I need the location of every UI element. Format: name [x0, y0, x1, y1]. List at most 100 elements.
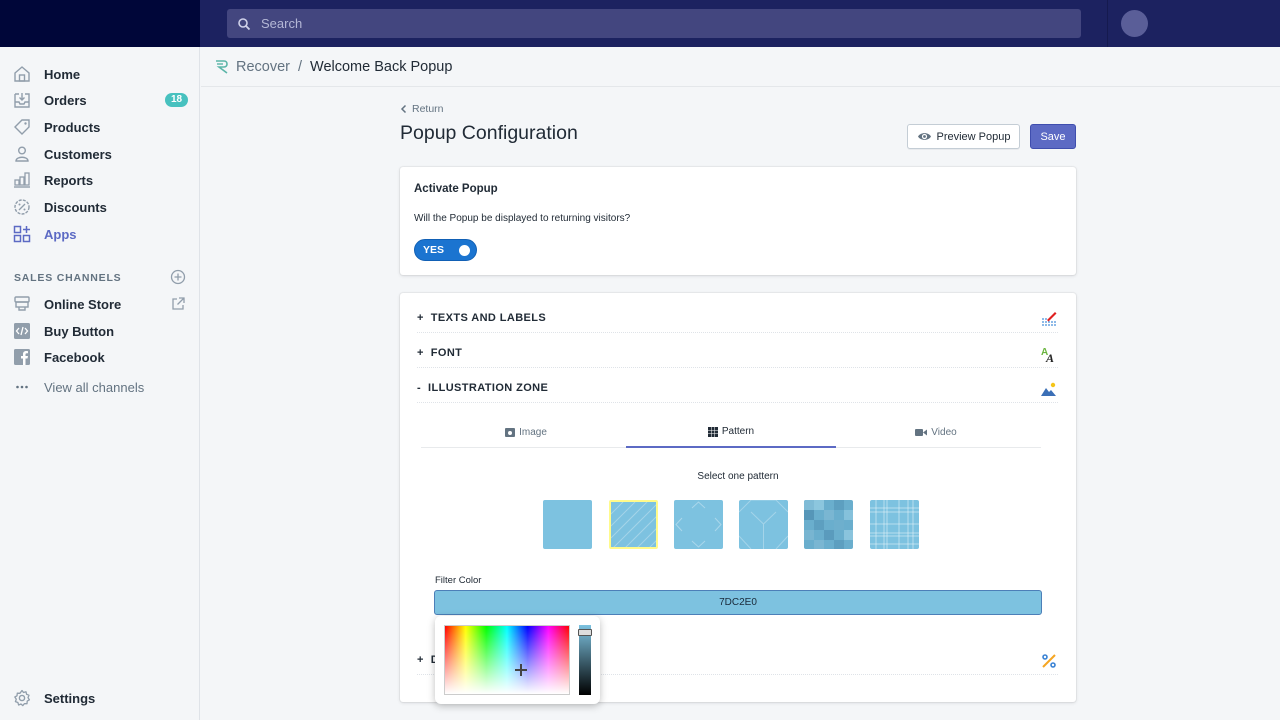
accordion-illustration-zone[interactable]: - ILLUSTRATION ZONE [417, 377, 1058, 403]
apps-icon [12, 224, 32, 244]
select-pattern-label: Select one pattern [697, 471, 779, 482]
accordion-toggle-sign: + [417, 312, 424, 324]
orders-icon [12, 90, 32, 110]
sidebar-item-label: Orders [44, 92, 87, 108]
color-saturation-area[interactable] [444, 625, 570, 695]
sidebar-item-label: View all channels [44, 379, 145, 395]
pattern-option-plain[interactable] [543, 500, 592, 549]
eye-icon [917, 133, 931, 140]
user-avatar[interactable] [1121, 10, 1148, 37]
activate-popup-description: Will the Popup be displayed to returning… [414, 213, 631, 224]
sidebar-item-label: Products [44, 119, 101, 135]
sidebar-item-buy-button[interactable]: Buy Button [0, 318, 200, 344]
sidebar-item-online-store[interactable]: Online Store [0, 291, 200, 317]
activate-popup-card: Activate Popup Will the Popup be display… [400, 167, 1076, 275]
filter-color-label: Filter Color [435, 575, 482, 586]
breadcrumb-separator: / [298, 58, 303, 75]
preview-popup-button[interactable]: Preview Popup [907, 124, 1020, 149]
color-picker-popover [435, 616, 600, 704]
tab-label: Image [519, 427, 547, 438]
accordion-toggle-sign: - [417, 382, 422, 394]
accordion-toggle-sign: + [417, 654, 424, 666]
external-link-icon[interactable] [170, 296, 186, 312]
top-bar: Search [0, 0, 1280, 47]
sidebar-item-label: Discounts [44, 199, 107, 215]
preview-popup-label: Preview Popup [936, 130, 1011, 143]
font-icon: AA [1041, 347, 1054, 363]
topbar-divider [1107, 0, 1108, 47]
accordion-font[interactable]: + FONT AA [417, 342, 1058, 368]
tab-label: Pattern [721, 426, 755, 437]
return-label: Return [412, 103, 444, 115]
breadcrumb: Recover / Welcome Back Popup [201, 47, 1280, 87]
sidebar-item-discounts[interactable]: Discounts [0, 194, 200, 220]
percent-discount-icon [1042, 654, 1056, 668]
sidebar-item-customers[interactable]: Customers [0, 141, 200, 167]
activate-popup-toggle[interactable]: YES [414, 239, 477, 261]
pattern-option-hexagon-cubes[interactable] [739, 500, 788, 549]
gear-icon [12, 688, 32, 708]
filter-color-input[interactable]: 7DC2E0 [434, 590, 1042, 615]
return-link[interactable]: Return [400, 103, 444, 115]
pattern-option-pixel-squares[interactable] [804, 500, 853, 549]
video-icon [915, 429, 928, 436]
breadcrumb-app-link[interactable]: Recover [236, 59, 290, 75]
sidebar-item-orders[interactable]: Orders 18 [0, 87, 200, 113]
sidebar-item-label: Online Store [44, 296, 122, 312]
accordion-texts-and-labels[interactable]: + TEXTS AND LABELS [417, 307, 1058, 333]
sidebar-item-view-all-channels[interactable]: View all channels [0, 374, 200, 400]
image-icon [505, 428, 516, 437]
tab-video[interactable]: Video [831, 417, 1041, 448]
search-icon [238, 17, 251, 30]
sidebar-item-label: Reports [44, 172, 94, 188]
sidebar-item-label: Settings [44, 690, 96, 706]
sales-channels-heading: SALES CHANNELS [14, 272, 122, 284]
illustration-tabs: Image Pattern Video [421, 417, 1041, 448]
code-icon [12, 321, 32, 341]
sidebar-item-label: Home [44, 66, 81, 82]
sidebar-item-facebook[interactable]: Facebook [0, 344, 200, 370]
sidebar-item-apps[interactable]: Apps [0, 221, 200, 247]
toggle-knob [459, 245, 470, 256]
tab-pattern[interactable]: Pattern [626, 417, 836, 448]
accordion-toggle-sign: + [417, 347, 424, 359]
sidebar-item-home[interactable]: Home [0, 61, 200, 87]
sidebar: Home Orders 18 Products Customers Report… [0, 47, 200, 720]
tab-image[interactable]: Image [421, 417, 631, 448]
grid-icon [707, 426, 718, 437]
breadcrumb-current-page: Welcome Back Popup [310, 58, 453, 75]
page-title: Popup Configuration [400, 122, 578, 144]
discount-icon [12, 197, 32, 217]
recover-logo-icon [216, 59, 228, 74]
reports-icon [12, 170, 32, 190]
activate-popup-title: Activate Popup [414, 183, 498, 195]
color-crosshair-handle[interactable] [515, 664, 527, 676]
pattern-option-diagonal-lines[interactable] [609, 500, 658, 549]
home-icon [12, 64, 32, 84]
pattern-option-diamond-chevrons[interactable] [674, 500, 723, 549]
facebook-icon [12, 347, 32, 367]
search-input[interactable]: Search [227, 9, 1081, 38]
add-channel-icon[interactable] [170, 269, 186, 285]
accordion-label: TEXTS AND LABELS [430, 312, 547, 324]
customer-icon [12, 144, 32, 164]
store-icon [12, 294, 32, 314]
landscape-image-icon [1041, 382, 1056, 396]
sidebar-item-label: Buy Button [44, 323, 115, 339]
pattern-option-plaid[interactable] [870, 500, 919, 549]
accordion-label: FONT [430, 347, 463, 359]
sidebar-item-products[interactable]: Products [0, 114, 200, 140]
sidebar-item-label: Apps [44, 226, 77, 242]
edit-text-icon [1042, 312, 1057, 326]
brightness-slider-handle[interactable] [578, 629, 592, 636]
save-button[interactable]: Save [1030, 124, 1076, 149]
search-placeholder: Search [261, 16, 303, 31]
sidebar-item-label: Facebook [44, 349, 105, 365]
sidebar-item-settings[interactable]: Settings [0, 685, 200, 711]
sidebar-item-label: Customers [44, 146, 112, 162]
sidebar-item-reports[interactable]: Reports [0, 167, 200, 193]
toggle-label: YES [423, 244, 445, 256]
accordion-label: ILLUSTRATION ZONE [428, 382, 549, 394]
tab-label: Video [931, 427, 957, 438]
brand-area [0, 0, 200, 47]
